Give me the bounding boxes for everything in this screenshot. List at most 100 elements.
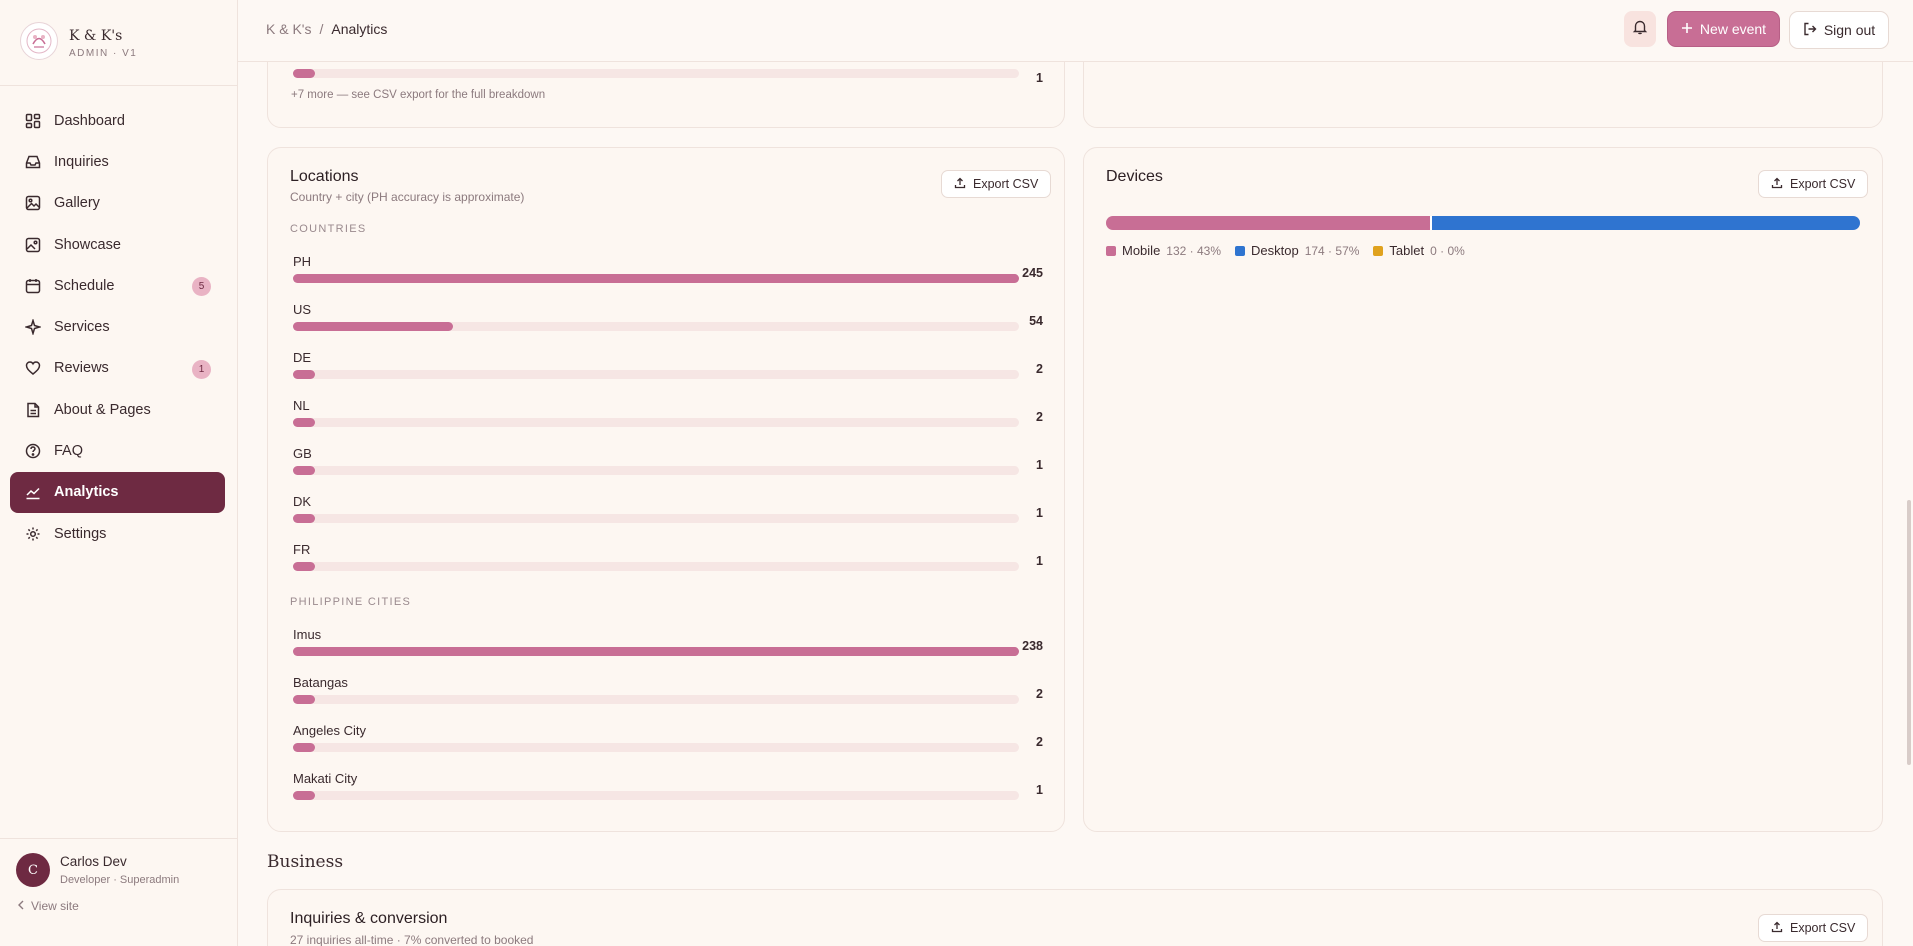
bar-track [293, 514, 1019, 523]
user-panel: C Carlos Dev Developer · Superadmin View… [0, 838, 238, 946]
bar-fill [293, 466, 315, 475]
inquiries-conversion-subtitle: 27 inquiries all-time · 7% converted to … [290, 933, 534, 946]
city-row-batangas: Batangas 2 [293, 675, 1043, 715]
bar-fill [293, 562, 315, 571]
bar-track [293, 322, 1019, 331]
locations-title: Locations [290, 168, 359, 185]
sidebar-item-inquiries[interactable]: Inquiries [10, 141, 225, 182]
legend-value: 0 · 0% [1430, 243, 1465, 258]
bar-track [293, 695, 1019, 704]
legend-swatch [1106, 245, 1116, 256]
bar-label: DK [293, 494, 312, 509]
bar-label: GB [293, 446, 312, 461]
country-row-us: US 54 [293, 302, 1043, 342]
bar-track [293, 791, 1019, 800]
bar-track [293, 466, 1019, 475]
bar-fill [293, 695, 315, 704]
avatar[interactable]: C [16, 853, 50, 887]
brand-subtitle: ADMIN · V1 [69, 48, 138, 59]
bar-track [293, 562, 1019, 571]
bar-track [293, 418, 1019, 427]
scrollbar-thumb[interactable] [1907, 500, 1911, 765]
bar-track [293, 743, 1019, 752]
notifications-button[interactable] [1624, 11, 1656, 47]
bar-fill [293, 514, 315, 523]
schedule-count-badge: 5 [192, 277, 211, 297]
bar-fill [293, 322, 453, 331]
city-row-imus: Imus 238 [293, 627, 1043, 667]
sidebar: K & K's ADMIN · V1 Dashboard Inquiries G… [0, 0, 238, 946]
bar-track [293, 370, 1019, 379]
bar-value: 1 [1036, 458, 1043, 472]
device-legend: Mobile 132 · 43% Desktop 174 · 57% Table… [1106, 243, 1465, 258]
view-site-link[interactable]: View site [17, 899, 79, 913]
legend-name: Desktop [1251, 243, 1299, 258]
bar-label: FR [293, 542, 311, 557]
sidebar-item-label: Gallery [54, 195, 100, 212]
country-row-fr: FR 1 [293, 542, 1043, 582]
bar-fill [293, 418, 315, 427]
devices-export-csv-button[interactable]: Export CSV [1758, 170, 1869, 198]
inquiries-conversion-card: Inquiries & conversion 27 inquiries all-… [267, 889, 1883, 946]
sign-out-button[interactable]: Sign out [1789, 11, 1889, 49]
sidebar-item-reviews[interactable]: Reviews 1 [10, 348, 225, 389]
inquiries-export-csv-button[interactable]: Export CSV [1758, 914, 1869, 942]
city-row-angeles-city: Angeles City 2 [293, 723, 1043, 763]
legend-swatch [1373, 245, 1384, 256]
brand-logo[interactable] [20, 22, 58, 60]
country-row-dk: DK 1 [293, 494, 1043, 534]
sidebar-item-showcase[interactable]: Showcase [10, 224, 225, 265]
legend-value: 132 · 43% [1166, 243, 1221, 258]
upload-icon [954, 177, 966, 192]
reviews-count-badge: 1 [192, 359, 211, 379]
sidebar-nav: Dashboard Inquiries Gallery Showcase Sch… [10, 100, 225, 554]
bell-icon [1632, 19, 1648, 40]
bar-value: 2 [1036, 735, 1043, 749]
sidebar-item-settings[interactable]: Settings [10, 513, 225, 554]
locations-export-csv-button[interactable]: Export CSV [941, 170, 1052, 198]
inbox-icon [24, 153, 42, 171]
legend-value: 174 · 57% [1304, 243, 1360, 258]
sidebar-item-about-pages[interactable]: About & Pages [10, 389, 225, 430]
bar-value: 238 [1022, 639, 1043, 653]
devices-title: Devices [1106, 168, 1163, 185]
sidebar-item-faq[interactable]: FAQ [10, 430, 225, 471]
chevron-left-icon [17, 899, 25, 913]
country-row-gb: GB 1 [293, 446, 1043, 486]
sidebar-item-dashboard[interactable]: Dashboard [10, 100, 225, 141]
breadcrumb-root[interactable]: K & K's [266, 21, 311, 37]
legend-item-desktop: Desktop 174 · 57% [1235, 243, 1359, 258]
trend-chart-icon [24, 483, 42, 501]
sidebar-item-label: FAQ [54, 443, 84, 460]
sidebar-item-schedule[interactable]: Schedule 5 [10, 265, 225, 306]
sidebar-item-label: Showcase [54, 236, 121, 253]
export-label: Export CSV [1790, 177, 1856, 191]
sidebar-item-services[interactable]: Services [10, 306, 225, 347]
document-icon [24, 401, 42, 419]
device-segment-desktop [1430, 216, 1860, 230]
legend-name: Mobile [1122, 243, 1161, 258]
dashboard-icon [24, 112, 42, 130]
bar-fill [293, 743, 315, 752]
bar-label: DE [293, 350, 312, 365]
legend-name: Tablet [1389, 243, 1425, 258]
sidebar-item-analytics[interactable]: Analytics [10, 471, 225, 513]
sidebar-item-label: Analytics [54, 484, 119, 501]
bar-value: 2 [1036, 410, 1043, 424]
legend-item-tablet: Tablet 0 · 0% [1373, 243, 1465, 258]
sidebar-item-label: Inquiries [54, 153, 109, 170]
more-note: +7 more — see CSV export for the full br… [291, 89, 546, 101]
top-bar: K & K's / Analytics New event Sign out [238, 0, 1913, 62]
devices-card: Devices Export CSV Mobile 132 · 43% Desk… [1083, 147, 1883, 832]
user-role: Developer · Superadmin [60, 874, 180, 886]
device-share-bar [1106, 216, 1860, 230]
export-label: Export CSV [973, 177, 1039, 191]
new-event-button[interactable]: New event [1667, 11, 1780, 47]
picture-icon [24, 236, 42, 254]
locations-subtitle: Country + city (PH accuracy is approxima… [290, 190, 525, 204]
breadcrumb-separator: / [319, 21, 324, 37]
logout-icon [1803, 22, 1817, 39]
sidebar-item-gallery[interactable]: Gallery [10, 183, 225, 224]
bar-track [293, 274, 1019, 283]
bar-fill [293, 791, 315, 800]
